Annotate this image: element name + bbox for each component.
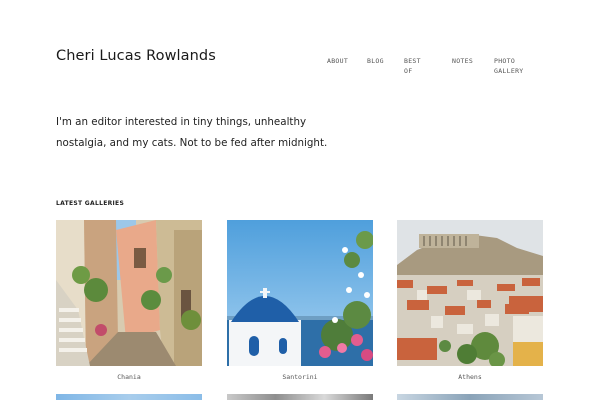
santorini-image (227, 220, 373, 366)
site-title[interactable]: Cheri Lucas Rowlands (56, 48, 216, 64)
gallery-caption-chania[interactable]: Chania (56, 373, 202, 381)
next-row-thumb-3-image (397, 394, 543, 400)
nav-item-photo-gallery[interactable]: Photo Gallery (494, 56, 528, 76)
gallery-card-athens: Athens (397, 220, 543, 381)
intro-text: I'm an editor interested in tiny things,… (56, 116, 328, 149)
gallery-thumb-athens[interactable] (397, 220, 543, 366)
gallery-thumb-chania[interactable] (56, 220, 202, 366)
gallery-thumb-next-row-1[interactable] (56, 394, 202, 400)
nav-item-about[interactable]: About (327, 56, 348, 66)
gallery-thumb-santorini[interactable] (227, 220, 373, 366)
gallery-card-santorini: Santorini (227, 220, 373, 381)
chania-street-image (56, 220, 202, 366)
nav-item-notes[interactable]: Notes (452, 56, 473, 66)
gallery-card-chania: Chania (56, 220, 202, 381)
gallery-thumb-next-row-2[interactable] (227, 394, 373, 400)
nav-item-best-of[interactable]: Best of (404, 56, 426, 76)
gallery-caption-athens[interactable]: Athens (397, 373, 543, 381)
nav-item-blog[interactable]: Blog (367, 56, 384, 66)
latest-galleries-heading: LATEST GALLERIES (56, 200, 125, 207)
next-row-thumb-2-image (227, 394, 373, 400)
gallery-thumb-next-row-3[interactable] (397, 394, 543, 400)
next-row-thumb-1-image (56, 394, 202, 400)
gallery-caption-santorini[interactable]: Santorini (227, 373, 373, 381)
athens-image (397, 220, 543, 366)
